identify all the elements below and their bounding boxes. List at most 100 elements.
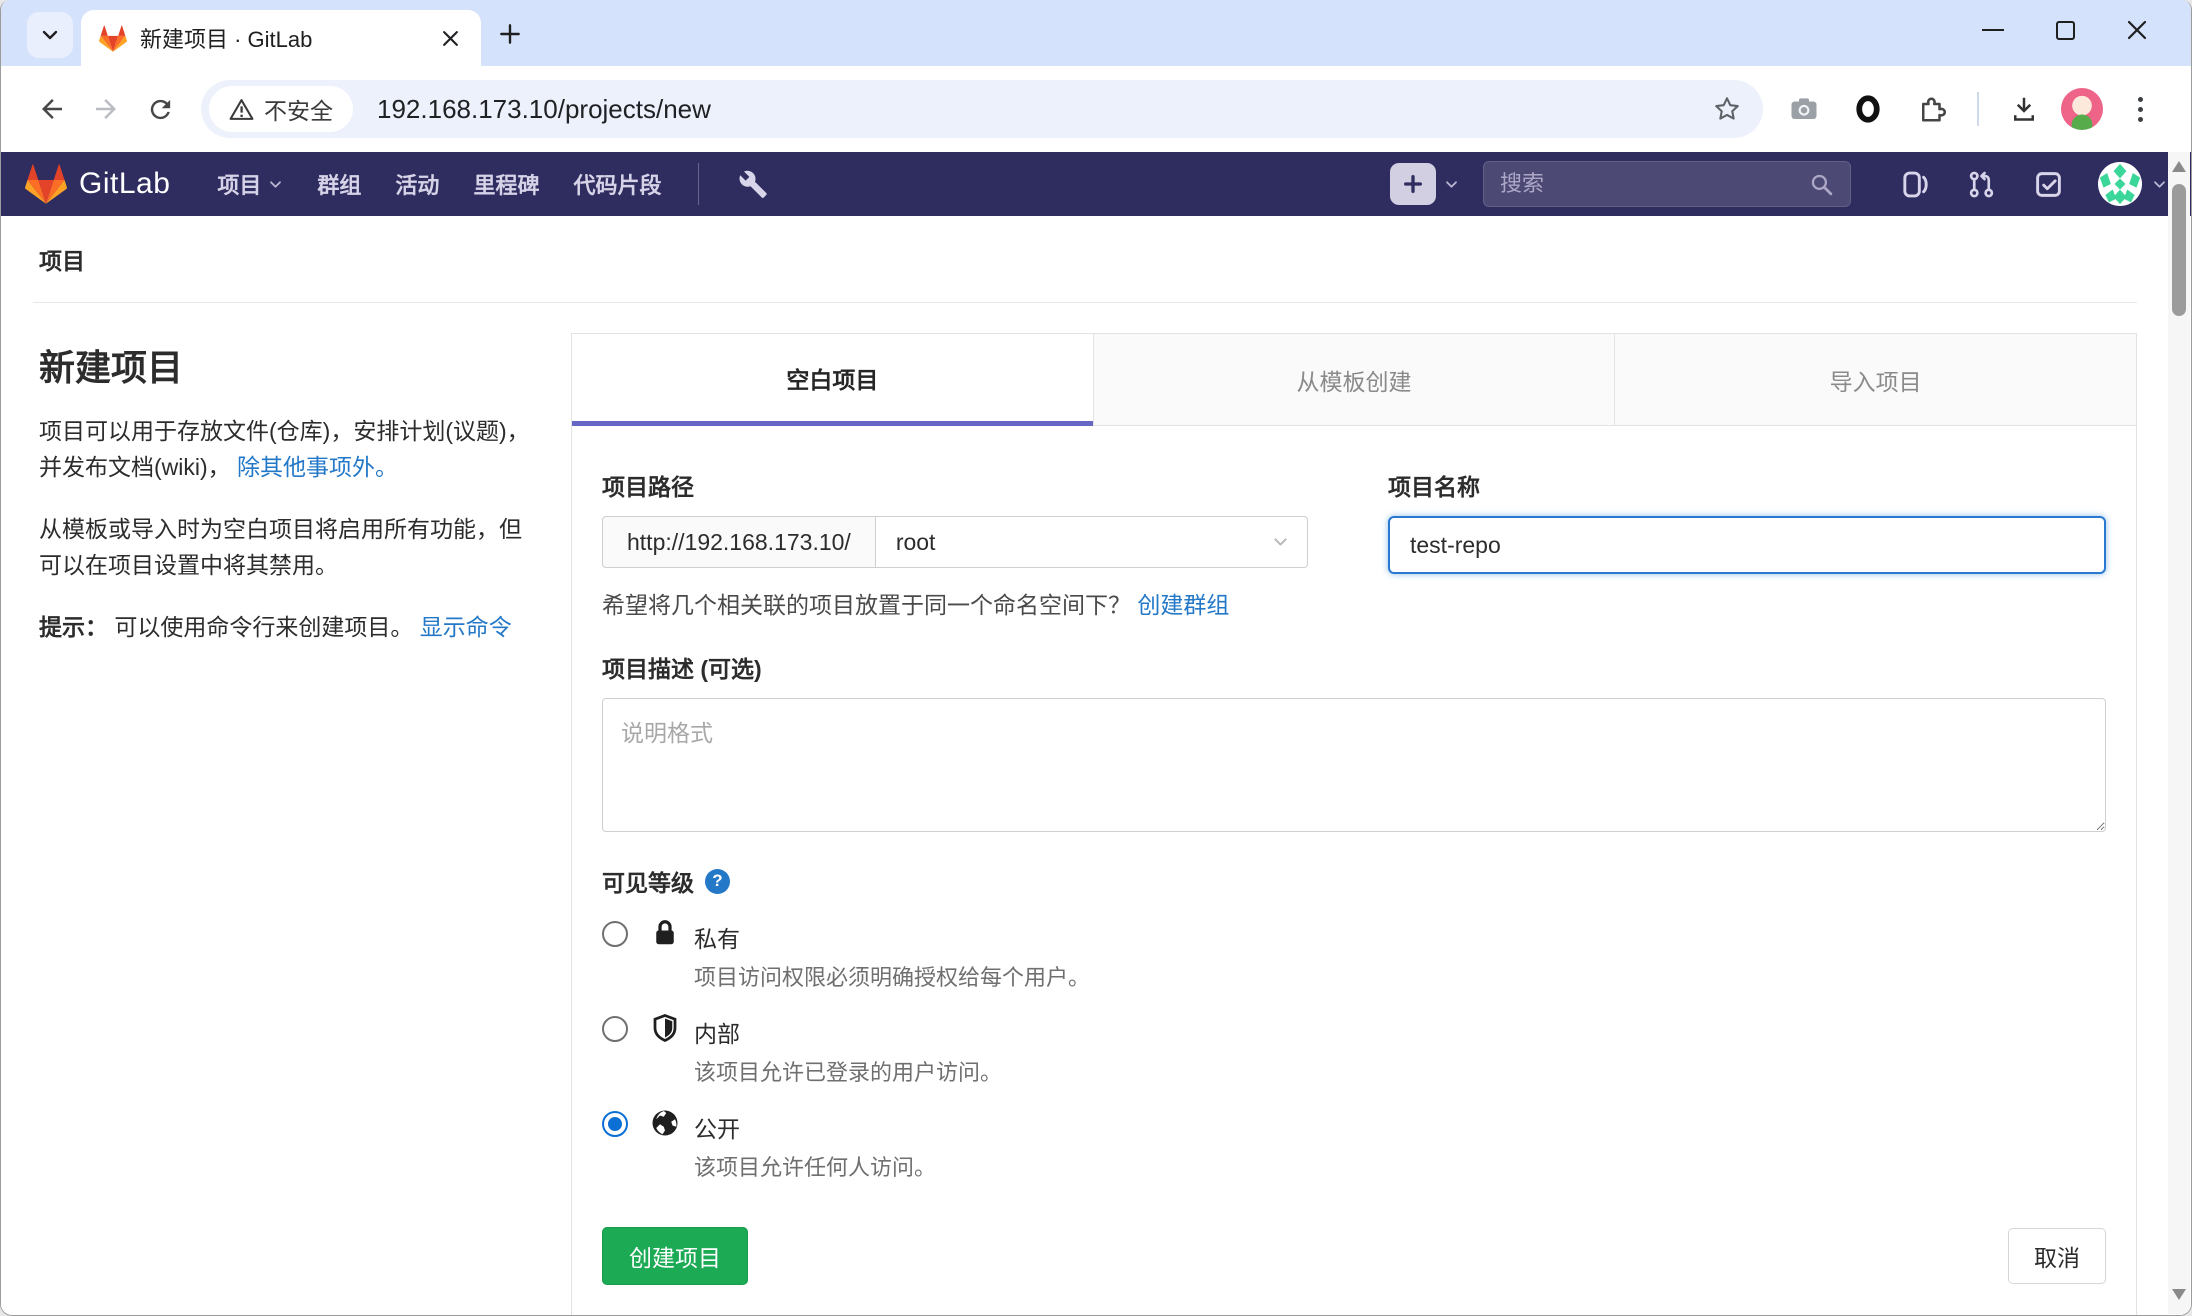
forward-button[interactable] [79, 82, 133, 136]
download-icon [2009, 94, 2039, 124]
gitlab-logo[interactable]: GitLab [25, 164, 170, 204]
visibility-label: 可见等级 [602, 864, 694, 898]
issues-button[interactable] [1900, 170, 1929, 199]
security-chip[interactable]: 不安全 [209, 86, 353, 132]
search-input[interactable] [1500, 171, 1809, 197]
browser-window: 新建项目 · GitLab [0, 0, 2192, 1316]
scrollbar-thumb[interactable] [2172, 184, 2186, 316]
cancel-button[interactable]: 取消 [2008, 1228, 2106, 1284]
security-label: 不安全 [264, 92, 333, 126]
toolbar-divider [1977, 92, 1979, 126]
maximize-icon [2056, 21, 2075, 40]
gitlab-navbar: GitLab 项目 群组 活动 里程碑 代码片段 [1, 152, 2191, 216]
browser-toolbar: 不安全 192.168.173.10/projects/new [1, 66, 2191, 152]
scroll-up-arrow-icon[interactable] [2172, 161, 2186, 172]
minimize-icon [1982, 29, 2004, 32]
extensions-button[interactable] [1905, 82, 1959, 136]
tab-create-from-template[interactable]: 从模板创建 [1093, 334, 1615, 426]
back-icon [37, 94, 67, 124]
scroll-down-arrow-icon[interactable] [2172, 1289, 2186, 1300]
close-button[interactable] [2101, 0, 2173, 60]
url-text[interactable]: 192.168.173.10/projects/new [377, 94, 1713, 125]
gitlab-favicon [99, 25, 127, 52]
create-project-button[interactable]: 创建项目 [602, 1227, 748, 1285]
sidebar-tip: 提示： 可以使用命令行来创建项目。 显示命令 [39, 609, 535, 645]
browser-tab[interactable]: 新建项目 · GitLab [81, 10, 481, 66]
page-title: 新建项目 [39, 339, 535, 391]
project-name-input[interactable] [1388, 516, 2106, 574]
ring-icon [1853, 94, 1883, 124]
wrench-icon [738, 169, 768, 199]
breadcrumb[interactable]: 项目 [33, 216, 2137, 303]
project-path-label: 项目路径 [602, 468, 1308, 502]
public-radio[interactable] [602, 1111, 628, 1137]
address-bar[interactable]: 不安全 192.168.173.10/projects/new [201, 80, 1763, 138]
merge-requests-button[interactable] [1967, 170, 1996, 199]
show-command-link[interactable]: 显示命令 [420, 614, 512, 640]
page-body: 项目 新建项目 项目可以用于存放文件(仓库)，安排计划(议题)，并发布文档(wi… [1, 216, 2191, 1316]
tab-close-icon[interactable] [435, 23, 465, 53]
namespace-help: 希望将几个相关联的项目放置于同一个命名空间下？ 创建群组 [602, 586, 1308, 620]
camera-icon [1789, 94, 1819, 124]
reload-icon [146, 95, 175, 124]
nav-item-milestones[interactable]: 里程碑 [473, 168, 539, 200]
sidebar-paragraph-1: 项目可以用于存放文件(仓库)，安排计划(议题)，并发布文档(wiki)， 除其他… [39, 413, 535, 485]
tab-blank-project[interactable]: 空白项目 [572, 334, 1093, 426]
new-project-form: 项目路径 http://192.168.173.10/ root 希望将几个相关… [572, 426, 2136, 1316]
camera-extension-button[interactable] [1777, 82, 1831, 136]
window-controls [1957, 0, 2173, 60]
visibility-option-internal: 内部 该项目允许已登录的用户访问。 [602, 1013, 2106, 1088]
project-name-label: 项目名称 [1388, 468, 2106, 502]
gitlab-main-menu: 项目 群组 活动 里程碑 代码片段 [200, 168, 678, 200]
navbar-search[interactable] [1483, 161, 1851, 207]
nav-item-snippets[interactable]: 代码片段 [573, 168, 661, 200]
warning-icon [229, 98, 254, 121]
bookmark-star-icon[interactable] [1713, 95, 1741, 123]
tab-title: 新建项目 · GitLab [140, 22, 422, 54]
issues-icon [1900, 170, 1929, 199]
admin-area-button[interactable] [738, 169, 768, 199]
chevron-down-icon [40, 25, 60, 45]
maximize-button[interactable] [2029, 0, 2101, 60]
shield-icon [650, 1013, 680, 1043]
minimize-button[interactable] [1957, 0, 2029, 60]
todos-button[interactable] [2034, 170, 2063, 199]
internal-radio[interactable] [602, 1016, 628, 1042]
nav-item-projects[interactable]: 项目 [217, 168, 283, 200]
among-other-things-link[interactable]: 除其他事项外。 [237, 454, 398, 480]
search-icon [1809, 172, 1834, 197]
kebab-menu-icon [2138, 97, 2143, 122]
globe-icon [650, 1108, 680, 1138]
browser-profile-avatar[interactable] [2061, 88, 2103, 130]
downloads-button[interactable] [1997, 82, 2051, 136]
puzzle-icon [1917, 94, 1947, 124]
tab-search-button[interactable] [27, 12, 73, 58]
new-tab-button[interactable] [497, 21, 523, 52]
gitlab-tanuki-icon [25, 164, 67, 204]
create-group-link[interactable]: 创建群组 [1137, 592, 1229, 618]
private-radio[interactable] [602, 921, 628, 947]
navbar-divider [698, 163, 699, 205]
toolbar-extensions [1777, 82, 2167, 136]
gitlab-wordmark: GitLab [79, 167, 170, 201]
project-description-textarea[interactable] [602, 698, 2106, 832]
sidebar-paragraph-2: 从模板或导入时为空白项目将启用所有功能，但可以在项目设置中将其禁用。 [39, 511, 535, 583]
new-dropdown-button[interactable] [1390, 163, 1459, 205]
nav-item-activity[interactable]: 活动 [395, 168, 439, 200]
page-scrollbar[interactable] [2168, 152, 2190, 1314]
reload-button[interactable] [133, 82, 187, 136]
nav-item-groups[interactable]: 群组 [317, 168, 361, 200]
chevron-down-icon [1444, 177, 1459, 192]
new-project-sidebar: 新建项目 项目可以用于存放文件(仓库)，安排计划(议题)，并发布文档(wiki)… [33, 333, 535, 671]
ring-extension-button[interactable] [1841, 82, 1895, 136]
plus-icon [1402, 173, 1424, 195]
browser-menu-button[interactable] [2113, 82, 2167, 136]
help-question-icon[interactable]: ? [705, 869, 730, 894]
namespace-select[interactable]: root [875, 516, 1308, 568]
lock-icon [650, 918, 680, 948]
project-description-label: 项目描述 (可选) [602, 650, 2106, 684]
user-avatar[interactable] [2098, 162, 2142, 206]
chevron-down-icon[interactable] [2152, 177, 2167, 192]
tab-import-project[interactable]: 导入项目 [1614, 334, 2136, 426]
back-button[interactable] [25, 82, 79, 136]
